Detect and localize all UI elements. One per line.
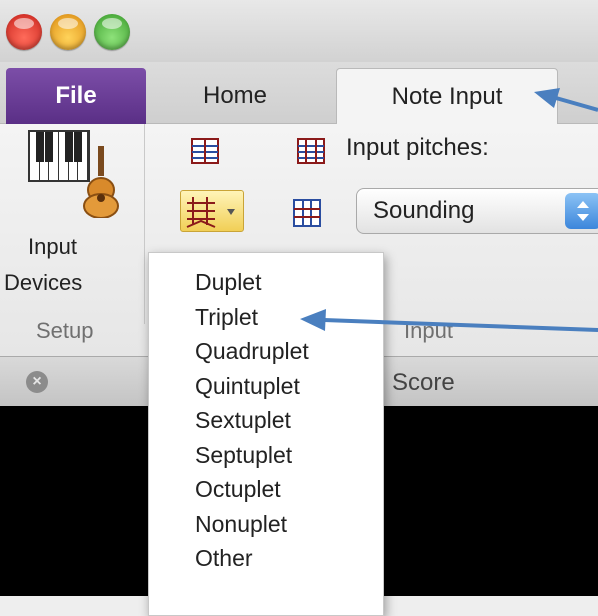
menu-item-septuplet[interactable]: Septuplet bbox=[149, 438, 383, 473]
menu-item-sextuplet[interactable]: Sextuplet bbox=[149, 403, 383, 438]
tab-home[interactable]: Home bbox=[160, 68, 310, 124]
guitar-icon bbox=[83, 146, 119, 218]
group-divider bbox=[144, 124, 145, 324]
close-document-icon[interactable]: × bbox=[26, 371, 48, 393]
input-devices-label-line2: Devices bbox=[4, 270, 83, 295]
grid-icon[interactable] bbox=[292, 198, 322, 228]
select-stepper-icon[interactable] bbox=[565, 193, 598, 229]
menu-item-quadruplet[interactable]: Quadruplet bbox=[149, 334, 383, 369]
menu-item-duplet[interactable]: Duplet bbox=[149, 265, 383, 300]
setup-group-label: Setup bbox=[36, 318, 94, 343]
close-window-button[interactable] bbox=[6, 14, 42, 50]
menu-item-quintuplet[interactable]: Quintuplet bbox=[149, 369, 383, 404]
input-pitches-value: Sounding bbox=[373, 197, 475, 224]
menu-item-octuplet[interactable]: Octuplet bbox=[149, 472, 383, 507]
ribbon-tab-bar: File Home Note Input bbox=[0, 62, 598, 125]
tab-note-input[interactable]: Note Input bbox=[336, 68, 558, 125]
minimize-window-button[interactable] bbox=[50, 14, 86, 50]
tuplet-icon bbox=[186, 197, 235, 228]
menu-item-nonuplet[interactable]: Nonuplet bbox=[149, 507, 383, 542]
staff-options-icon[interactable] bbox=[296, 136, 326, 166]
document-title: l Score bbox=[380, 369, 455, 396]
menu-item-triplet[interactable]: Triplet bbox=[149, 300, 383, 335]
tuplet-dropdown-menu: Duplet Triplet Quadruplet Quintuplet Sex… bbox=[148, 252, 384, 616]
staff-add-icon[interactable] bbox=[190, 136, 220, 166]
title-bar bbox=[0, 0, 598, 62]
menu-item-other[interactable]: Other bbox=[149, 541, 383, 576]
input-group-label: Input bbox=[404, 318, 453, 343]
tab-file[interactable]: File bbox=[6, 68, 146, 124]
chevron-down-icon bbox=[227, 209, 235, 215]
input-pitches-label: Input pitches: bbox=[346, 134, 489, 161]
tuplet-button[interactable] bbox=[180, 190, 244, 232]
zoom-window-button[interactable] bbox=[94, 14, 130, 50]
input-pitches-select[interactable]: Sounding bbox=[356, 188, 598, 234]
input-devices-label-line1: Input bbox=[28, 234, 77, 259]
